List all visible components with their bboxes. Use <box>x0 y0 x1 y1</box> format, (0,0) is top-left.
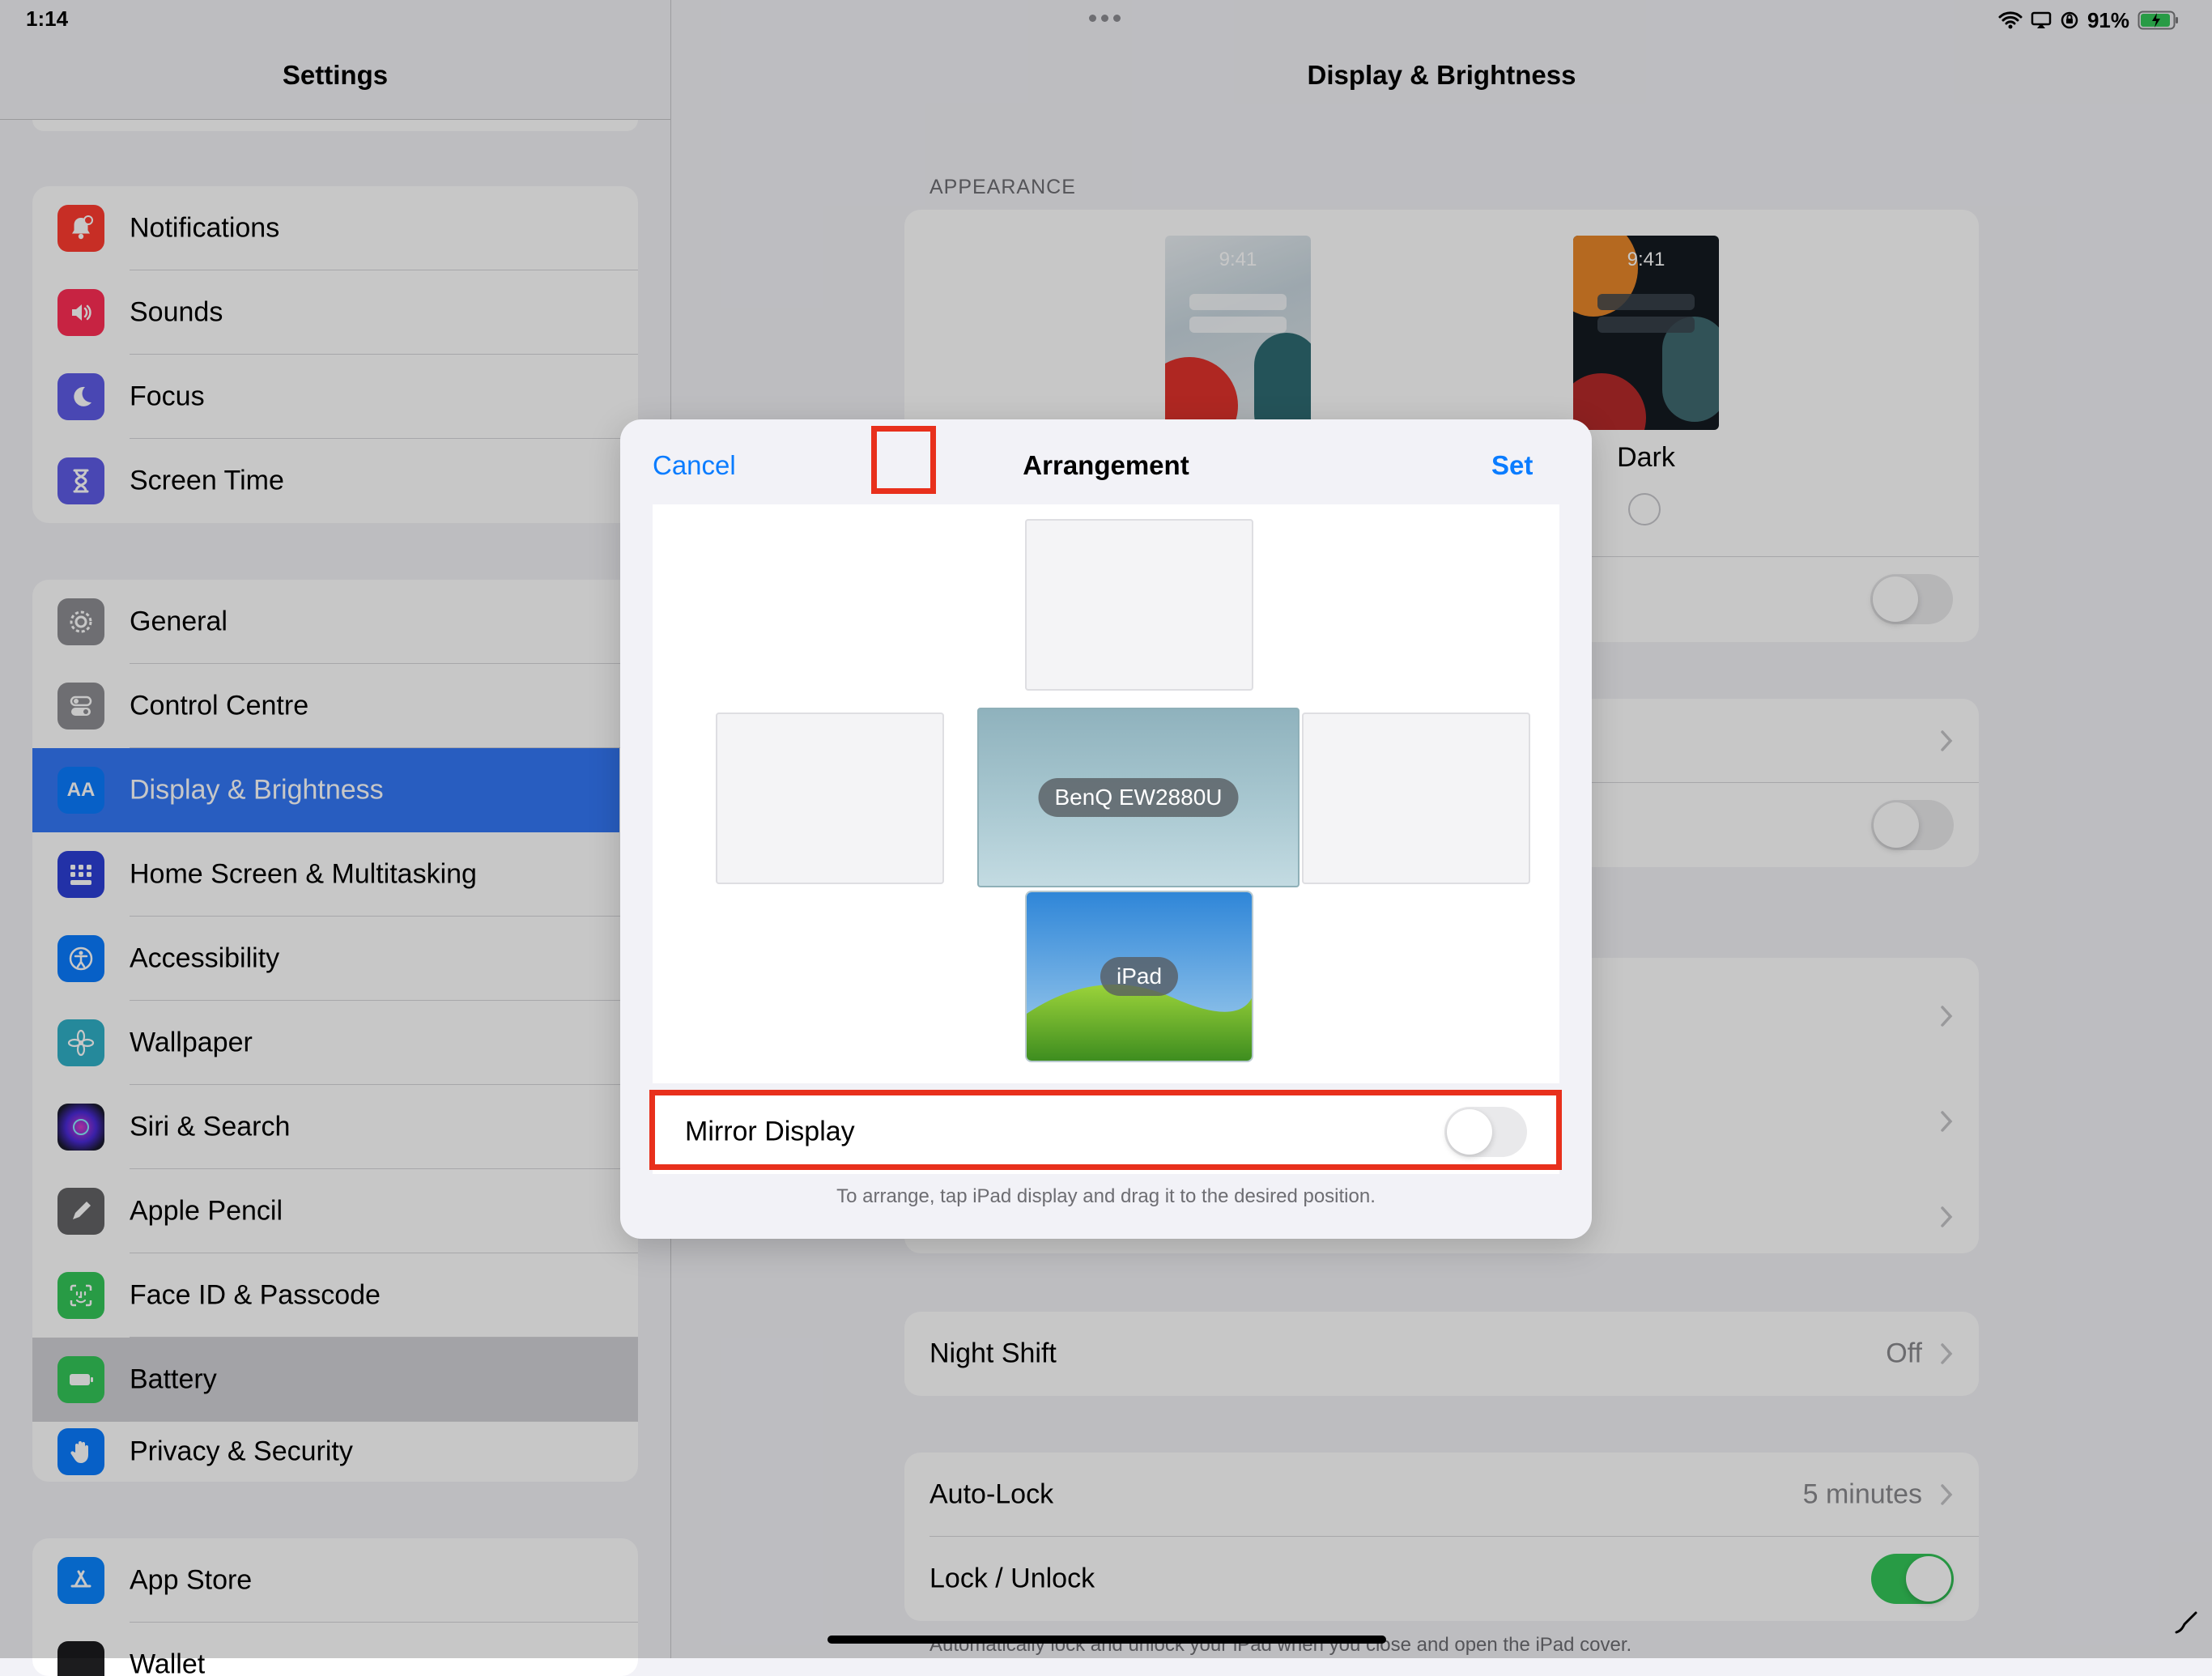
arrangement-hint: To arrange, tap iPad display and drag it… <box>620 1185 1592 1208</box>
cancel-button[interactable]: Cancel <box>653 450 736 481</box>
mirror-display-highlight <box>649 1090 1562 1170</box>
home-indicator <box>827 1636 1386 1644</box>
external-display-name: BenQ EW2880U <box>1039 778 1239 817</box>
set-button[interactable]: Set <box>1491 450 1533 481</box>
ipad-display-tile[interactable]: iPad <box>1025 891 1253 1062</box>
set-button-highlight <box>871 426 936 494</box>
ipad-display-name: iPad <box>1100 957 1178 996</box>
arrangement-slot-right <box>1302 713 1530 884</box>
external-display-tile: BenQ EW2880U <box>977 708 1300 887</box>
arrangement-slot-top <box>1025 519 1253 691</box>
arrangement-canvas: BenQ EW2880U iPad <box>653 504 1559 1083</box>
pencil-hover-icon <box>2173 1608 2201 1636</box>
modal-title: Arrangement <box>620 450 1592 481</box>
arrangement-slot-left <box>716 713 944 884</box>
